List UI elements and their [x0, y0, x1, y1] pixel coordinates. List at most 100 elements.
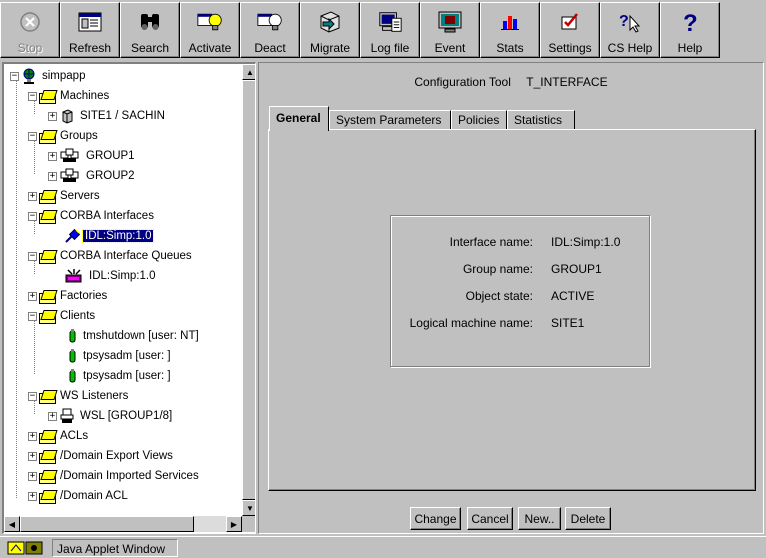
folder-icon: [39, 290, 56, 304]
field-interface-name: Interface name: IDL:Simp:1.0: [449, 235, 621, 249]
detail-panel: Configuration Tool T_INTERFACE General S…: [258, 62, 764, 534]
tree-node-client[interactable]: tpsysadm [user: ]: [68, 347, 173, 365]
tree-node-client[interactable]: tpsysadm [user: ]: [68, 367, 173, 385]
bar-chart-icon: [497, 9, 523, 35]
scroll-right-arrow-icon[interactable]: ▶: [226, 516, 242, 532]
help-question-icon: ?: [677, 9, 703, 35]
expand-icon[interactable]: +: [48, 411, 57, 421]
tree-node-imported-services[interactable]: + /Domain Imported Services: [28, 467, 201, 485]
folder-icon: [39, 430, 56, 444]
delete-button[interactable]: Delete: [565, 507, 611, 530]
help-button[interactable]: ? Help: [660, 2, 720, 58]
expand-icon[interactable]: +: [28, 491, 37, 501]
refresh-icon: [77, 9, 103, 35]
tree-horizontal-scrollbar[interactable]: ◀ ▶: [4, 516, 242, 532]
settings-button[interactable]: Settings: [540, 2, 600, 58]
tree-node-simpapp[interactable]: − simpapp: [10, 67, 87, 85]
tree-node-acls[interactable]: + ACLs: [28, 427, 90, 445]
tab-policies[interactable]: Policies: [451, 110, 507, 130]
open-folder-icon: [39, 130, 56, 144]
collapse-icon[interactable]: −: [28, 211, 37, 221]
tree-node-corba-queues[interactable]: − CORBA Interface Queues: [28, 247, 194, 265]
collapse-icon[interactable]: −: [28, 311, 37, 321]
tree-node-factories[interactable]: + Factories: [28, 287, 109, 305]
toolbar: Stop Refresh Search Activate Deact Migra…: [0, 0, 766, 60]
horizontal-scroll-thumb[interactable]: [20, 516, 194, 532]
stats-button[interactable]: Stats: [480, 2, 540, 58]
deact-button[interactable]: Deact: [240, 2, 300, 58]
status-text: Java Applet Window: [52, 539, 178, 557]
folder-icon: [39, 490, 56, 504]
tree-vertical-scrollbar[interactable]: ▲ ▼: [242, 64, 255, 516]
expand-icon[interactable]: +: [48, 171, 57, 181]
collapse-icon[interactable]: −: [28, 131, 37, 141]
collapse-icon[interactable]: −: [28, 391, 37, 401]
binoculars-icon: [137, 9, 163, 35]
tree-node-ws-listeners[interactable]: − WS Listeners: [28, 387, 130, 405]
migrate-icon: [317, 9, 343, 35]
tab-general[interactable]: General: [269, 106, 329, 131]
stop-button[interactable]: Stop: [0, 2, 60, 58]
cancel-button[interactable]: Cancel: [467, 507, 513, 530]
listener-icon: [59, 408, 75, 424]
open-folder-icon: [39, 310, 56, 324]
event-button[interactable]: Event: [420, 2, 480, 58]
collapse-icon[interactable]: −: [28, 91, 37, 101]
change-button[interactable]: Change: [410, 507, 461, 530]
search-button[interactable]: Search: [120, 2, 180, 58]
tree-node-wsl[interactable]: + WSL [GROUP1/8]: [48, 407, 174, 425]
tree-node-servers[interactable]: + Servers: [28, 187, 102, 205]
client-icon: [68, 368, 78, 384]
event-icon: [437, 9, 463, 35]
new-button[interactable]: New..: [518, 507, 561, 530]
activate-button[interactable]: Activate: [180, 2, 240, 58]
tree-node-export-views[interactable]: + /Domain Export Views: [28, 447, 175, 465]
activate-bulb-icon: [197, 9, 223, 35]
expand-icon[interactable]: +: [48, 151, 57, 161]
tree-node-idl-simp-queue[interactable]: IDL:Simp:1.0: [64, 267, 157, 285]
tree-node-corba-interfaces[interactable]: − CORBA Interfaces: [28, 207, 156, 225]
expand-icon[interactable]: +: [28, 451, 37, 461]
tree-node-idl-simp[interactable]: IDL:Simp:1.0: [64, 227, 155, 245]
folder-icon: [39, 470, 56, 484]
collapse-icon[interactable]: −: [28, 251, 37, 261]
migrate-button[interactable]: Migrate: [300, 2, 360, 58]
tree-node-group1[interactable]: + GROUP1: [48, 147, 137, 165]
logfile-icon: [377, 9, 403, 35]
tree-node-site1[interactable]: + SITE1 / SACHIN: [48, 107, 167, 125]
expand-icon[interactable]: +: [48, 111, 57, 121]
group-icon: [59, 148, 81, 164]
vertical-scroll-thumb[interactable]: [242, 80, 255, 500]
expand-icon[interactable]: +: [28, 291, 37, 301]
cs-help-button[interactable]: ? CS Help: [600, 2, 660, 58]
deactivate-bulb-icon: [257, 9, 283, 35]
refresh-button[interactable]: Refresh: [60, 2, 120, 58]
tree-node-clients[interactable]: − Clients: [28, 307, 97, 325]
tree-node-client[interactable]: tmshutdown [user: NT]: [68, 327, 201, 345]
tab-content-general: Interface name: IDL:Simp:1.0 Group name:…: [268, 129, 756, 491]
logfile-button[interactable]: Log file: [360, 2, 420, 58]
tree-node-machines[interactable]: − Machines: [28, 87, 111, 105]
interface-plug-icon: [64, 228, 81, 244]
scroll-left-arrow-icon[interactable]: ◀: [4, 516, 20, 532]
panel-title: Configuration Tool T_INTERFACE: [414, 75, 608, 89]
tab-system-parameters[interactable]: System Parameters: [329, 110, 451, 130]
expand-icon[interactable]: +: [28, 431, 37, 441]
client-icon: [68, 348, 78, 364]
open-folder-icon: [39, 390, 56, 404]
checklist-icon: [557, 9, 583, 35]
domain-globe-icon: [21, 68, 37, 84]
tree-node-groups[interactable]: − Groups: [28, 127, 100, 145]
tree-node-domain-acl[interactable]: + /Domain ACL: [28, 487, 130, 505]
expand-icon[interactable]: +: [28, 471, 37, 481]
tab-statistics[interactable]: Statistics: [507, 110, 575, 130]
expand-icon[interactable]: +: [28, 191, 37, 201]
tree-node-group2[interactable]: + GROUP2: [48, 167, 137, 185]
scroll-up-arrow-icon[interactable]: ▲: [242, 64, 255, 80]
object-tree[interactable]: − simpapp − Machines + SITE1 / SACHIN − …: [2, 62, 256, 534]
collapse-icon[interactable]: −: [10, 71, 19, 81]
open-folder-icon: [39, 210, 56, 224]
interface-info-box: Interface name: IDL:Simp:1.0 Group name:…: [390, 215, 650, 367]
svg-text:?: ?: [619, 13, 629, 30]
scroll-down-arrow-icon[interactable]: ▼: [242, 500, 255, 516]
